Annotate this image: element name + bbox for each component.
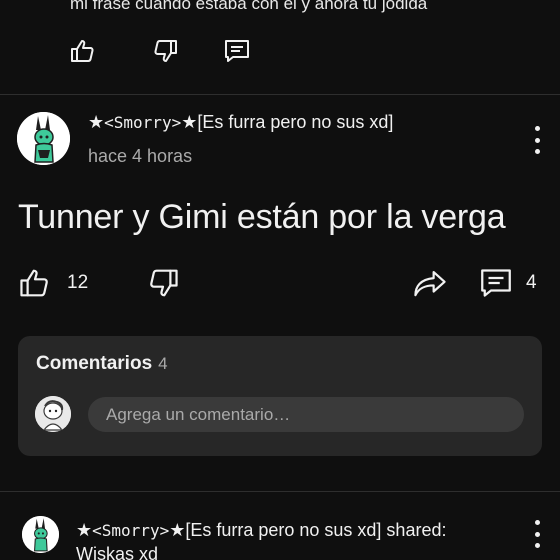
comments-title: Comentarios <box>36 353 153 374</box>
post-text: Tunner y Gimi están por la verga <box>18 198 506 236</box>
post-share-button[interactable] <box>413 268 447 298</box>
post-comment-button[interactable]: 4 <box>479 268 537 298</box>
comments-card[interactable]: Comentarios 4 <box>18 336 542 456</box>
dislike-button[interactable] <box>150 38 180 64</box>
post-timestamp: hace 4 horas <box>88 146 193 166</box>
more-options-button[interactable] <box>527 126 547 154</box>
comments-count: 4 <box>158 354 168 373</box>
avatar[interactable] <box>17 112 70 165</box>
divider <box>0 94 560 95</box>
like-button[interactable] <box>68 38 98 64</box>
divider <box>0 491 560 492</box>
post-like-button[interactable]: 12 <box>19 268 88 298</box>
more-options-button[interactable] <box>527 520 547 548</box>
thumbs-up-icon <box>71 40 94 62</box>
thumbs-up-icon <box>20 269 48 297</box>
thumbs-down-icon <box>150 269 178 297</box>
kebab-dot <box>534 126 540 131</box>
post-author[interactable]: ★<Smorry>★[Es furra pero no sus xd] <box>88 112 393 133</box>
comment-count: 4 <box>526 272 537 293</box>
kebab-dot <box>534 149 540 154</box>
avatar-character-icon <box>22 516 59 553</box>
comment-icon <box>481 269 511 297</box>
author-handle: <Smorry> <box>92 521 170 540</box>
kebab-dot <box>534 137 540 143</box>
author-suffix: ★[Es furra pero no sus xd] shared: <box>169 520 447 540</box>
share-icon <box>414 270 446 297</box>
thumbs-down-icon <box>154 40 177 62</box>
comment-icon <box>225 40 249 62</box>
kebab-dot <box>534 520 540 525</box>
shared-post-title: Wiskas xd <box>76 544 159 560</box>
current-user-avatar <box>35 396 71 432</box>
author-handle: <Smorry> <box>104 113 182 132</box>
kebab-dot <box>534 531 540 537</box>
post-dislike-button[interactable] <box>147 268 179 298</box>
avatar[interactable] <box>22 516 59 553</box>
like-count: 12 <box>67 272 89 293</box>
shared-post-author[interactable]: ★<Smorry>★[Es furra pero no sus xd] shar… <box>76 520 446 541</box>
comment-input[interactable] <box>88 397 524 432</box>
avatar-character-icon <box>17 112 70 165</box>
comment-button[interactable] <box>222 38 252 64</box>
community-feed: mi frase cuando estaba con el y ahora tu… <box>0 0 560 560</box>
previous-post-text: mi frase cuando estaba con el y ahora tu… <box>70 0 428 13</box>
author-prefix: ★ <box>88 112 105 132</box>
author-suffix: ★[Es furra pero no sus xd] <box>181 112 394 132</box>
previous-post-actions <box>68 38 304 64</box>
kebab-dot <box>534 543 540 548</box>
comments-header: Comentarios 4 <box>36 353 168 375</box>
user-avatar-icon <box>35 396 71 432</box>
author-prefix: ★ <box>76 520 93 540</box>
